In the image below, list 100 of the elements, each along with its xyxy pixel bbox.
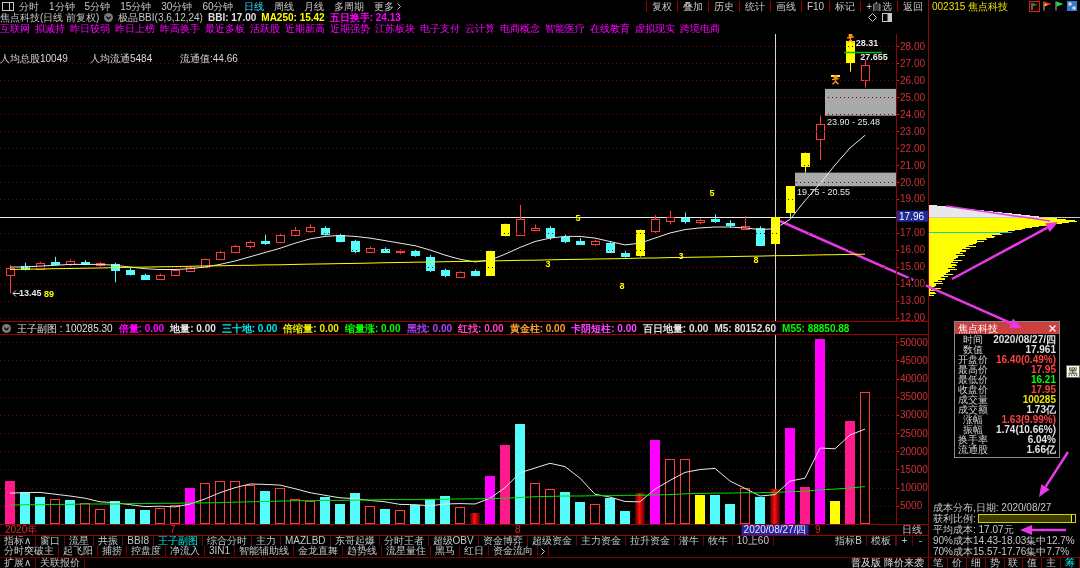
indicator-tab[interactable]: 分时突破主 xyxy=(0,546,59,556)
candlestick xyxy=(816,115,825,161)
indicator-value: M5: 80152.60 xyxy=(714,322,777,334)
indicator-tab[interactable]: 主力资金 xyxy=(576,536,626,546)
indicator-value: 倍缩量: 0.00 xyxy=(283,322,339,334)
profit-ratio-label: 获利比例: xyxy=(933,513,976,524)
toolbar-button[interactable]: 叠加 xyxy=(676,0,708,12)
indicator-tab[interactable]: MAZLBD xyxy=(281,536,331,546)
diamond-icon[interactable] xyxy=(868,13,877,22)
dropdown-icon[interactable] xyxy=(104,13,114,22)
more-button[interactable] xyxy=(538,546,550,556)
indicator-tab[interactable]: 金龙直舞 xyxy=(294,546,344,556)
dropdown-icon[interactable] xyxy=(2,323,11,333)
indicator-tab[interactable]: 综合分时 xyxy=(203,536,252,546)
price-level-line xyxy=(843,51,883,54)
candlestick xyxy=(501,223,510,237)
indicator-tab[interactable]: BBI8 xyxy=(123,536,154,546)
indicator-tab[interactable]: 潜牛 xyxy=(674,536,704,546)
indicator-tab[interactable]: 王子副图 xyxy=(154,536,203,546)
period-tab[interactable]: 30分钟 xyxy=(156,0,198,12)
layout-icon[interactable] xyxy=(2,1,14,11)
candlestick xyxy=(756,225,765,246)
indicator-tab[interactable]: 流星量住 xyxy=(382,546,432,556)
indicator-tab[interactable]: 控盘度 xyxy=(127,546,166,556)
side-tab[interactable]: 联 xyxy=(1004,558,1024,568)
toolbar-button[interactable]: 标记 xyxy=(829,0,861,12)
period-tab[interactable]: 月线 xyxy=(298,0,329,12)
indicator-tab[interactable]: 窗口 xyxy=(36,536,66,546)
concept-tag: 昨日上榜 xyxy=(115,23,155,34)
close-icon[interactable] xyxy=(1049,324,1056,332)
side-tab[interactable]: 筹 xyxy=(1061,558,1080,568)
period-tab[interactable]: 更多 xyxy=(368,0,406,12)
field-label: 涨幅 xyxy=(963,415,983,425)
flag-icon[interactable] xyxy=(1055,1,1064,11)
period-tab[interactable]: 5分钟 xyxy=(79,0,116,12)
period-tab[interactable]: 周线 xyxy=(268,0,299,12)
field-value: 1.63(9.99%) xyxy=(1001,415,1056,425)
candlestick xyxy=(666,210,675,225)
indicator-tab[interactable]: 东哥起爆 xyxy=(330,536,380,546)
side-tab[interactable]: 价 xyxy=(947,558,967,568)
indicator-tab[interactable]: 3IN1 xyxy=(205,546,236,556)
toolbar-button[interactable]: +自选 xyxy=(860,0,897,12)
indicator-tab[interactable]: 资金流向 xyxy=(489,546,539,556)
side-tab[interactable]: 笔 xyxy=(929,558,948,568)
indicator-tab[interactable]: 起飞阳 xyxy=(59,546,98,556)
zoom-button[interactable]: - xyxy=(912,536,928,546)
indicator-tab[interactable]: 净流入 xyxy=(166,546,205,556)
indicator-tab[interactable]: 指标∧ xyxy=(0,536,37,546)
side-tab[interactable]: 值 xyxy=(1023,558,1043,568)
field-value: 16.40(0.49%) xyxy=(994,355,1056,365)
indicator-tab[interactable]: 超级资金 xyxy=(527,536,577,546)
indicator-tab[interactable]: 趋势线 xyxy=(343,546,383,556)
toolbar-button[interactable]: 统计 xyxy=(738,0,770,12)
axis-label: 22.00 xyxy=(900,142,926,154)
side-tab[interactable]: 势 xyxy=(985,558,1005,568)
chart-label: 28.31 xyxy=(855,38,879,48)
side-tab[interactable]: 细 xyxy=(966,558,986,568)
axis-label: 19.00 xyxy=(900,193,926,205)
panel-icon[interactable] xyxy=(882,13,892,22)
extra-tab[interactable]: 扩展∧ xyxy=(0,558,37,568)
flag-icon[interactable] xyxy=(1043,1,1052,11)
date-label: 9 xyxy=(815,525,821,535)
indicator-tab[interactable]: 分时王者 xyxy=(379,536,429,546)
indicator-tab[interactable]: 资金博弈 xyxy=(478,536,528,546)
period-tab[interactable]: 1分钟 xyxy=(44,0,80,12)
promo-link[interactable]: 普及版 降价来袭 xyxy=(847,558,928,568)
indicator-tab[interactable]: 流星 xyxy=(65,536,95,546)
indicator-tab[interactable]: 黑马 xyxy=(431,546,461,556)
period-tab[interactable]: 日线 xyxy=(238,0,269,12)
toolbar-button[interactable]: 历史 xyxy=(707,0,739,12)
toolbar-button[interactable]: F10 xyxy=(800,0,830,12)
axis-label: 10000 xyxy=(900,482,928,494)
indicator-tab[interactable]: 10上60 xyxy=(732,536,774,546)
indicator-tab[interactable]: 红日 xyxy=(460,546,490,556)
concept-tag: 拟减持 xyxy=(35,23,65,34)
period-tab[interactable]: 多周期 xyxy=(328,0,369,12)
indicator-tab[interactable]: 牧牛 xyxy=(703,536,733,546)
indicator-tab[interactable]: 主力 xyxy=(252,536,281,546)
indicator-tab[interactable]: 超级OBV xyxy=(428,536,479,546)
zoom-button[interactable]: + xyxy=(896,536,912,546)
candlestick xyxy=(366,246,375,253)
toolbar-button[interactable]: 画线 xyxy=(769,0,801,12)
panel-button[interactable]: 指标B xyxy=(831,536,867,546)
side-tab[interactable]: 主 xyxy=(1042,558,1062,568)
indicator-tab[interactable]: 共振 xyxy=(94,536,124,546)
concept-tag: 互联网 xyxy=(0,23,30,34)
cost-text: 90%成本14.43-18.03集中12.7% xyxy=(933,535,1075,546)
toolbar-button[interactable]: 复权 xyxy=(645,0,677,12)
indicator-tab[interactable]: 智能辅助线 xyxy=(235,546,295,556)
extra-tab[interactable]: 关联报价 xyxy=(36,558,86,568)
candlestick xyxy=(291,226,300,237)
indicator-tab[interactable]: 捕捞 xyxy=(98,546,127,556)
period-tab[interactable]: 分时 xyxy=(14,0,44,12)
indicator-tab[interactable]: 拉升资金 xyxy=(625,536,675,546)
toolbar-button[interactable]: 返回 xyxy=(897,0,928,12)
chart-label: 89 xyxy=(44,289,54,300)
chart-label: 5 xyxy=(575,213,581,224)
period-tab[interactable]: 60分钟 xyxy=(197,0,239,12)
period-tab[interactable]: 15分钟 xyxy=(115,0,157,12)
panel-button[interactable]: 模板 xyxy=(867,536,896,546)
